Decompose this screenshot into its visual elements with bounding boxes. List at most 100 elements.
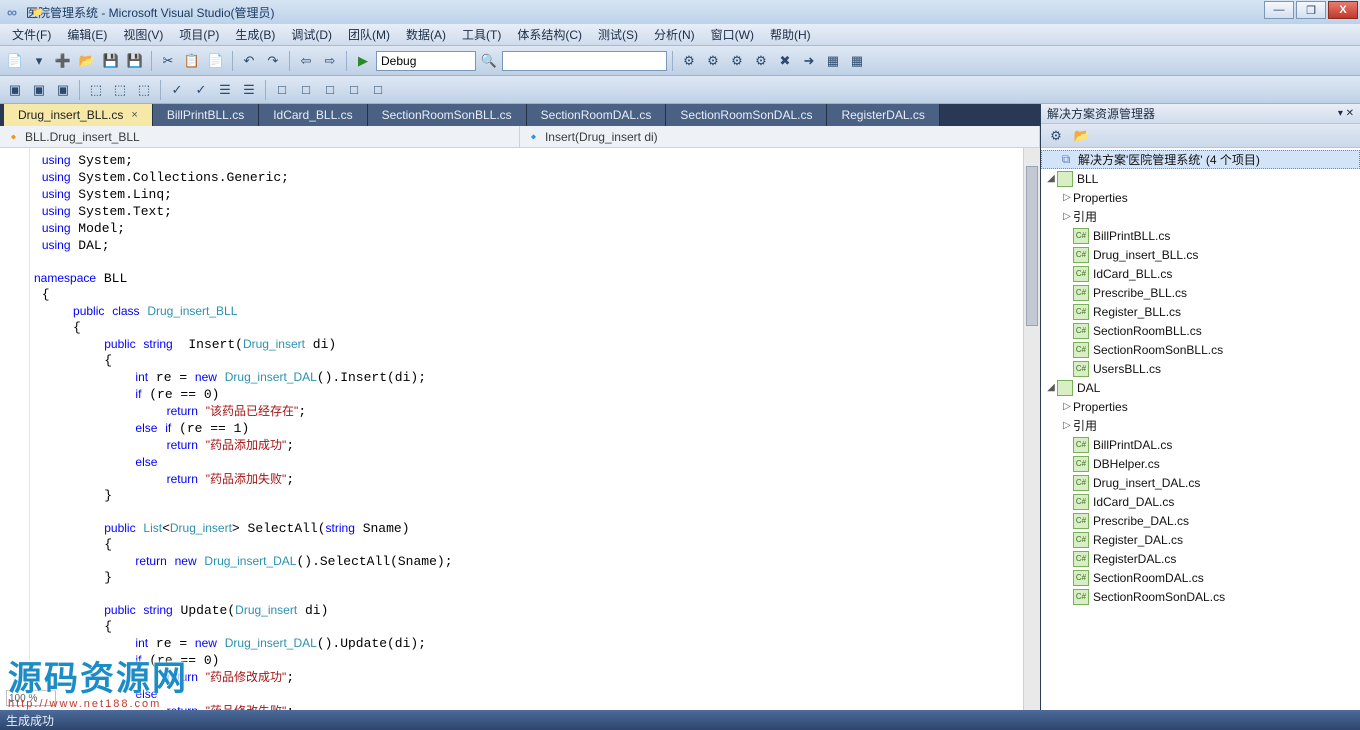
menu-item[interactable]: 编辑(E) bbox=[59, 24, 115, 45]
tree-row[interactable]: C#Drug_insert_DAL.cs bbox=[1041, 473, 1360, 492]
open-file-button[interactable]: 📂 bbox=[76, 50, 98, 72]
tool-b-icon[interactable]: ⚙ bbox=[702, 50, 724, 72]
tree-row[interactable]: C#Register_DAL.cs bbox=[1041, 530, 1360, 549]
expand-icon[interactable]: ◢ bbox=[1045, 173, 1057, 184]
show-all-button[interactable]: 📂 bbox=[1071, 125, 1093, 147]
tool-h-icon[interactable]: ▦ bbox=[846, 50, 868, 72]
undo-button[interactable]: ↶ bbox=[238, 50, 260, 72]
nav-back-button[interactable]: ⇦ bbox=[295, 50, 317, 72]
menu-item[interactable]: 工具(T) bbox=[454, 24, 509, 45]
menu-item[interactable]: 团队(M) bbox=[340, 24, 398, 45]
properties-button[interactable]: ⚙ bbox=[1045, 125, 1067, 147]
t2-j-icon[interactable]: ☰ bbox=[238, 79, 260, 101]
maximize-button[interactable]: ❐ bbox=[1296, 1, 1326, 19]
file-tab[interactable]: RegisterDAL.cs bbox=[827, 104, 939, 126]
tree-row[interactable]: C#Register_BLL.cs bbox=[1041, 302, 1360, 321]
file-tab[interactable]: BillPrintBLL.cs bbox=[153, 104, 259, 126]
expand-icon[interactable]: ▷ bbox=[1061, 192, 1073, 203]
file-tab[interactable]: SectionRoomSonBLL.cs bbox=[368, 104, 527, 126]
expand-icon[interactable]: ◢ bbox=[1045, 382, 1057, 393]
tree-row[interactable]: ◢BLL bbox=[1041, 169, 1360, 188]
tool-d-icon[interactable]: ⚙ bbox=[750, 50, 772, 72]
file-tab[interactable]: SectionRoomSonDAL.cs bbox=[666, 104, 827, 126]
close-tab-icon[interactable]: × bbox=[131, 109, 137, 121]
cut-button[interactable]: ✂ bbox=[157, 50, 179, 72]
tree-row[interactable]: ▷📁引用 bbox=[1041, 416, 1360, 435]
t2-k-icon[interactable]: □ bbox=[271, 79, 293, 101]
tree-row[interactable]: C#DBHelper.cs bbox=[1041, 454, 1360, 473]
vertical-scrollbar[interactable] bbox=[1023, 148, 1040, 710]
code-editor[interactable]: using System; using System.Collections.G… bbox=[0, 148, 1040, 710]
expand-icon[interactable]: ▷ bbox=[1061, 401, 1073, 412]
start-debug-button[interactable]: ▶ bbox=[352, 50, 374, 72]
menu-item[interactable]: 窗口(W) bbox=[703, 24, 762, 45]
menu-item[interactable]: 生成(B) bbox=[227, 24, 283, 45]
scrollbar-thumb[interactable] bbox=[1026, 166, 1038, 326]
tree-row[interactable]: ◢DAL bbox=[1041, 378, 1360, 397]
tree-row[interactable]: C#SectionRoomSonDAL.cs bbox=[1041, 587, 1360, 606]
menu-item[interactable]: 体系结构(C) bbox=[509, 24, 590, 45]
panel-options-icon[interactable]: ▾ ✕ bbox=[1338, 108, 1354, 119]
close-button[interactable]: X bbox=[1328, 1, 1358, 19]
file-tab[interactable]: SectionRoomDAL.cs bbox=[527, 104, 667, 126]
menu-item[interactable]: 分析(N) bbox=[646, 24, 703, 45]
t2-g-icon[interactable]: ✓ bbox=[166, 79, 188, 101]
tree-row[interactable]: C#SectionRoomSonBLL.cs bbox=[1041, 340, 1360, 359]
tree-row[interactable]: C#BillPrintBLL.cs bbox=[1041, 226, 1360, 245]
member-dropdown[interactable]: 🔹 Insert(Drug_insert di) bbox=[520, 126, 1040, 147]
config-dropdown[interactable]: Debug bbox=[376, 51, 476, 71]
tree-row[interactable]: C#SectionRoomBLL.cs bbox=[1041, 321, 1360, 340]
t2-n-icon[interactable]: □ bbox=[343, 79, 365, 101]
zoom-selector[interactable]: 100 % bbox=[6, 690, 56, 706]
t2-e-icon[interactable]: ⬚ bbox=[109, 79, 131, 101]
t2-f-icon[interactable]: ⬚ bbox=[133, 79, 155, 101]
code-text[interactable]: using System; using System.Collections.G… bbox=[30, 148, 1023, 710]
tree-row[interactable]: ▷📁引用 bbox=[1041, 207, 1360, 226]
tree-row[interactable]: ▷📁Properties bbox=[1041, 188, 1360, 207]
redo-button[interactable]: ↷ bbox=[262, 50, 284, 72]
file-tab[interactable]: Drug_insert_BLL.cs× bbox=[4, 104, 153, 126]
tree-row[interactable]: ⧉解决方案'医院管理系统' (4 个项目) bbox=[1041, 150, 1360, 169]
menu-item[interactable]: 视图(V) bbox=[115, 24, 171, 45]
t2-l-icon[interactable]: □ bbox=[295, 79, 317, 101]
tree-row[interactable]: C#UsersBLL.cs bbox=[1041, 359, 1360, 378]
add-item-button[interactable]: ➕ bbox=[52, 50, 74, 72]
menu-item[interactable]: 调试(D) bbox=[283, 24, 340, 45]
menu-item[interactable]: 帮助(H) bbox=[762, 24, 819, 45]
tree-row[interactable]: C#Prescribe_BLL.cs bbox=[1041, 283, 1360, 302]
t2-m-icon[interactable]: □ bbox=[319, 79, 341, 101]
tool-a-icon[interactable]: ⚙ bbox=[678, 50, 700, 72]
new-project-button[interactable]: 📄 bbox=[4, 50, 26, 72]
tool-f-icon[interactable]: ➜ bbox=[798, 50, 820, 72]
class-dropdown[interactable]: 🔸 BLL.Drug_insert_BLL bbox=[0, 126, 520, 147]
find-dropdown[interactable] bbox=[502, 51, 667, 71]
t2-c-icon[interactable]: ▣ bbox=[52, 79, 74, 101]
t2-o-icon[interactable]: □ bbox=[367, 79, 389, 101]
t2-b-icon[interactable]: ▣ bbox=[28, 79, 50, 101]
t2-h-icon[interactable]: ✓ bbox=[190, 79, 212, 101]
tree-row[interactable]: C#IdCard_BLL.cs bbox=[1041, 264, 1360, 283]
tree-row[interactable]: C#RegisterDAL.cs bbox=[1041, 549, 1360, 568]
nav-fwd-button[interactable]: ⇨ bbox=[319, 50, 341, 72]
file-tab[interactable]: IdCard_BLL.cs bbox=[259, 104, 367, 126]
tree-row[interactable]: C#BillPrintDAL.cs bbox=[1041, 435, 1360, 454]
minimize-button[interactable]: — bbox=[1264, 1, 1294, 19]
save-button[interactable]: 💾 bbox=[100, 50, 122, 72]
tool-g-icon[interactable]: ▦ bbox=[822, 50, 844, 72]
expand-icon[interactable]: ▷ bbox=[1061, 420, 1073, 431]
t2-i-icon[interactable]: ☰ bbox=[214, 79, 236, 101]
tree-row[interactable]: ▷📁Properties bbox=[1041, 397, 1360, 416]
solution-tree[interactable]: ⧉解决方案'医院管理系统' (4 个项目)◢BLL▷📁Properties▷📁引… bbox=[1041, 148, 1360, 710]
paste-button[interactable]: 📄 bbox=[205, 50, 227, 72]
tree-row[interactable]: C#Prescribe_DAL.cs bbox=[1041, 511, 1360, 530]
tree-row[interactable]: C#Drug_insert_BLL.cs bbox=[1041, 245, 1360, 264]
menu-item[interactable]: 数据(A) bbox=[398, 24, 454, 45]
tree-row[interactable]: C#SectionRoomDAL.cs bbox=[1041, 568, 1360, 587]
new-dropdown[interactable]: ▾ bbox=[28, 50, 50, 72]
tool-c-icon[interactable]: ⚙ bbox=[726, 50, 748, 72]
t2-a-icon[interactable]: ▣ bbox=[4, 79, 26, 101]
menu-item[interactable]: 文件(F) bbox=[4, 24, 59, 45]
menu-item[interactable]: 测试(S) bbox=[590, 24, 646, 45]
browse-button[interactable]: 🔍 bbox=[478, 50, 500, 72]
tool-e-icon[interactable]: ✖ bbox=[774, 50, 796, 72]
